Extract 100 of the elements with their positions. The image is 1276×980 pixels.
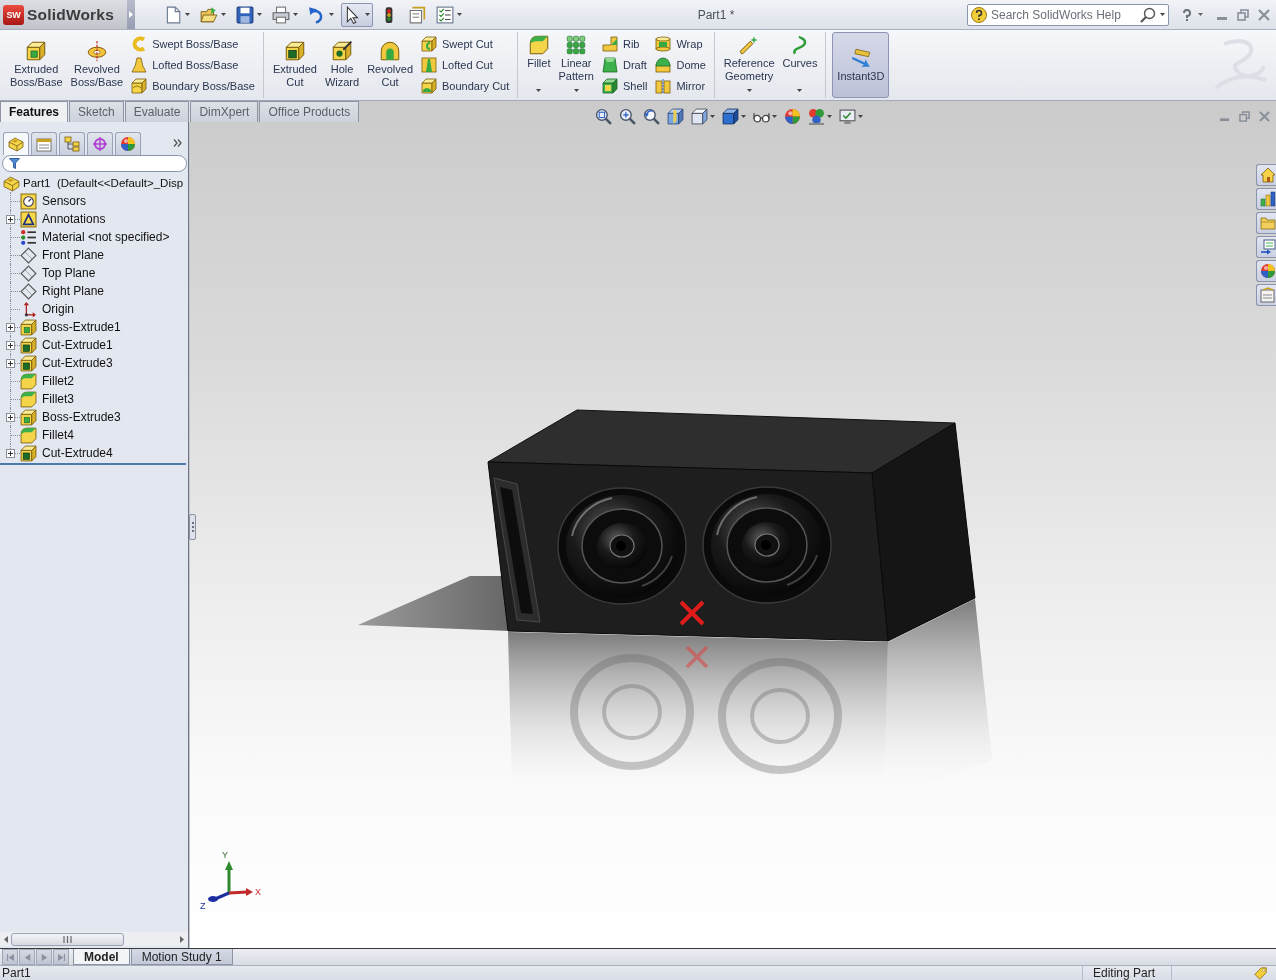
tree-item[interactable]: Fillet2 xyxy=(42,374,74,388)
task-pane-tab[interactable] xyxy=(1256,260,1276,282)
panel-tab[interactable] xyxy=(59,132,85,155)
tree-item[interactable]: Cut-Extrude1 xyxy=(42,338,113,352)
caret-icon[interactable] xyxy=(536,89,542,92)
tab[interactable]: Features xyxy=(0,101,69,122)
zoom-area-icon[interactable] xyxy=(619,108,636,125)
ribbon-button[interactable]: Extruded Boss/Base xyxy=(7,32,66,98)
scroll-left-icon[interactable] xyxy=(4,935,8,943)
task-pane-tab[interactable] xyxy=(1256,164,1276,186)
caret-icon[interactable] xyxy=(1198,13,1203,16)
panel-tab[interactable] xyxy=(87,132,113,155)
double-chevron-icon[interactable] xyxy=(173,138,182,147)
caret-icon[interactable] xyxy=(457,13,462,16)
caret-icon[interactable] xyxy=(257,13,262,16)
caret-icon[interactable] xyxy=(185,13,190,16)
panel-tab[interactable] xyxy=(3,132,29,155)
ribbon-button[interactable]: Lofted Cut xyxy=(418,54,513,76)
zoom-fit-icon[interactable] xyxy=(595,108,612,125)
search-icon[interactable] xyxy=(1140,6,1156,23)
tab[interactable]: Office Products xyxy=(259,101,360,122)
tree-item[interactable]: Origin xyxy=(42,302,74,316)
tree-item[interactable]: Right Plane xyxy=(42,284,105,298)
tree-item[interactable]: Annotations xyxy=(42,212,106,226)
tree-item[interactable]: Part1 (Default<<Default>_Disp xyxy=(23,177,184,189)
search-field[interactable]: Search SolidWorks Help xyxy=(967,3,1169,26)
tree-item[interactable]: Fillet4 xyxy=(42,428,74,442)
filter-field[interactable] xyxy=(2,155,187,172)
tree-item[interactable]: Cut-Extrude4 xyxy=(42,446,113,460)
printer-icon[interactable] xyxy=(272,5,290,24)
color-ball-icon[interactable] xyxy=(784,108,801,125)
toolbar-button[interactable] xyxy=(341,2,373,27)
new-document-icon[interactable] xyxy=(164,5,182,24)
tab[interactable]: Sketch xyxy=(69,101,124,122)
tree-item[interactable]: Sensors xyxy=(42,194,87,208)
ribbon-button[interactable]: Boundary Boss/Base xyxy=(128,75,258,97)
ribbon-button[interactable]: Swept Cut xyxy=(418,33,513,55)
ribbon-button[interactable]: Mirror xyxy=(652,75,709,97)
caret-icon[interactable] xyxy=(293,13,298,16)
task-pane-tab[interactable] xyxy=(1256,284,1276,306)
caret-icon[interactable] xyxy=(746,89,752,92)
menu-toggle-button[interactable] xyxy=(127,0,135,29)
ribbon-button[interactable]: Wrap xyxy=(652,33,709,55)
caret-icon[interactable] xyxy=(772,115,777,118)
caret-icon[interactable] xyxy=(221,13,226,16)
tree-item[interactable]: Boss-Extrude3 xyxy=(42,410,121,424)
panel-tab[interactable] xyxy=(115,132,141,155)
caret-icon[interactable] xyxy=(741,115,746,118)
tree-item[interactable]: Top Plane xyxy=(42,266,96,280)
section-view-icon[interactable] xyxy=(667,108,684,125)
tree-item[interactable]: Material <not specified> xyxy=(42,230,170,244)
ribbon-button[interactable]: Revolved Boss/Base xyxy=(67,32,127,98)
ribbon-button[interactable]: Draft xyxy=(598,54,651,76)
restore-icon[interactable] xyxy=(1237,8,1249,21)
close-icon[interactable] xyxy=(1258,8,1270,21)
ribbon-button[interactable]: Lofted Boss/Base xyxy=(128,54,258,76)
tree-item[interactable]: Cut-Extrude3 xyxy=(42,356,113,370)
cube-icon[interactable] xyxy=(691,108,708,125)
tab[interactable]: Model xyxy=(73,949,130,965)
checklist-icon[interactable] xyxy=(436,5,454,24)
scrollbar-thumb[interactable] xyxy=(11,932,124,946)
ribbon-button[interactable]: Linear Pattern xyxy=(555,32,597,98)
open-folder-icon[interactable] xyxy=(200,5,218,24)
tab[interactable]: Motion Study 1 xyxy=(130,949,233,965)
caret-icon[interactable] xyxy=(573,89,579,92)
previous-view-icon[interactable] xyxy=(643,108,660,125)
tab[interactable]: Evaluate xyxy=(124,101,190,122)
ribbon-button[interactable]: Boundary Cut xyxy=(418,75,513,97)
ribbon-button[interactable]: Dome xyxy=(652,54,709,76)
caret-icon[interactable] xyxy=(365,13,370,16)
tree-item[interactable]: Fillet3 xyxy=(42,392,74,406)
caret-icon[interactable] xyxy=(797,89,803,92)
expand-icon[interactable] xyxy=(6,359,15,368)
tag-icon[interactable] xyxy=(1254,966,1267,980)
caret-icon[interactable] xyxy=(858,115,863,118)
tree-item[interactable]: Front Plane xyxy=(42,248,105,262)
ribbon-button[interactable]: Reference Geometry xyxy=(720,32,778,98)
spheres-icon[interactable] xyxy=(808,108,825,125)
caret-icon[interactable] xyxy=(710,115,715,118)
caret-icon[interactable] xyxy=(827,115,832,118)
ribbon-button[interactable]: Curves xyxy=(779,32,821,98)
ribbon-button[interactable]: Extruded Cut xyxy=(269,32,320,98)
document-sheet-icon[interactable] xyxy=(408,5,426,24)
caret-icon[interactable] xyxy=(329,13,334,16)
expand-icon[interactable] xyxy=(6,413,15,422)
task-pane-tab[interactable] xyxy=(1256,236,1276,258)
ribbon-button[interactable]: Revolved Cut xyxy=(364,32,416,98)
expand-icon[interactable] xyxy=(6,449,15,458)
expand-icon[interactable] xyxy=(6,323,15,332)
monitor-icon[interactable] xyxy=(839,108,856,125)
caret-icon[interactable] xyxy=(1160,13,1165,16)
tree-item[interactable]: Boss-Extrude1 xyxy=(42,320,121,334)
ribbon-button[interactable]: Instant3D xyxy=(832,32,890,98)
horizontal-scrollbar[interactable] xyxy=(0,932,188,946)
ribbon-button[interactable]: Swept Boss/Base xyxy=(128,33,258,55)
tab[interactable]: DimXpert xyxy=(190,101,259,122)
expand-icon[interactable] xyxy=(6,215,15,224)
ribbon-button[interactable]: Hole Wizard xyxy=(321,32,363,98)
ribbon-button[interactable]: Fillet xyxy=(524,32,554,98)
ribbon-button[interactable]: Rib xyxy=(598,33,651,55)
